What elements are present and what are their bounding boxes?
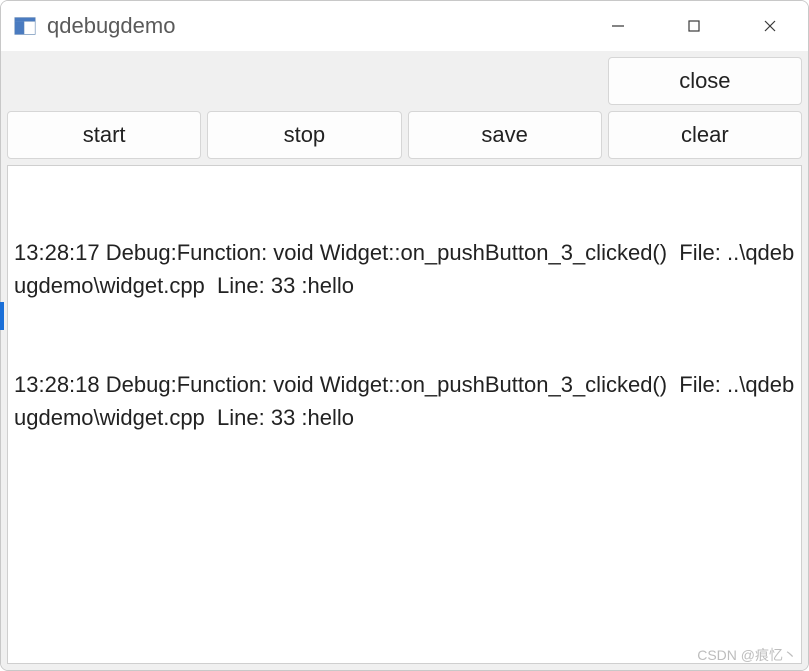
- start-button[interactable]: start: [7, 111, 201, 159]
- window-controls: [580, 1, 808, 51]
- log-entry: 13:28:18 Debug:Function: void Widget::on…: [14, 368, 795, 434]
- close-window-button[interactable]: [732, 1, 808, 51]
- titlebar: qdebugdemo: [1, 1, 808, 51]
- main-window: qdebugdemo close start stop save clear 1…: [0, 0, 809, 671]
- window-title: qdebugdemo: [47, 13, 175, 39]
- log-textarea[interactable]: 13:28:17 Debug:Function: void Widget::on…: [7, 165, 802, 664]
- watermark-text: CSDN @痕忆丶: [697, 645, 797, 665]
- log-entry: 13:28:17 Debug:Function: void Widget::on…: [14, 236, 795, 302]
- stop-button[interactable]: stop: [207, 111, 401, 159]
- button-row: close start stop save clear: [1, 51, 808, 165]
- save-button[interactable]: save: [408, 111, 602, 159]
- left-accent-marker: [0, 302, 4, 330]
- close-button[interactable]: close: [608, 57, 802, 105]
- maximize-button[interactable]: [656, 1, 732, 51]
- clear-button[interactable]: clear: [608, 111, 802, 159]
- app-icon: [13, 14, 37, 38]
- minimize-button[interactable]: [580, 1, 656, 51]
- content-area: close start stop save clear 13:28:17 Deb…: [1, 51, 808, 670]
